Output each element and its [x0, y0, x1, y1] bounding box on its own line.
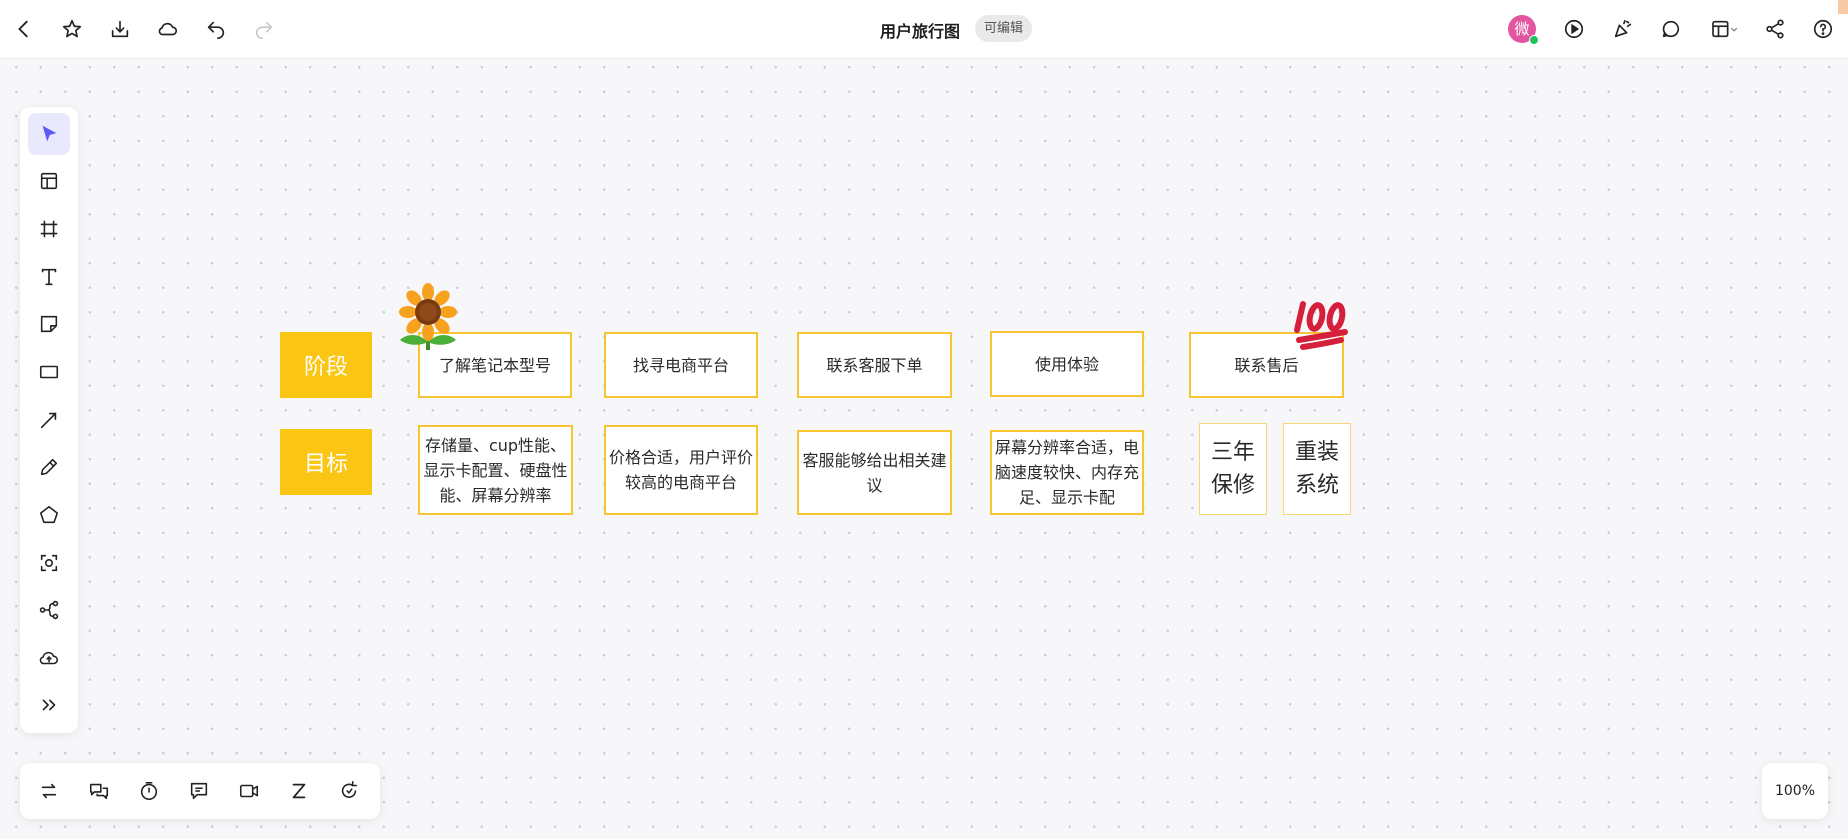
stage-card[interactable]: 使用体验 — [990, 331, 1144, 397]
bottom-toolbar — [20, 763, 380, 819]
polygon-icon[interactable] — [28, 494, 70, 536]
more-icon[interactable] — [28, 684, 70, 726]
stage-card[interactable]: 联系客服下单 — [797, 332, 952, 398]
top-bar: 用户旅行图 可编辑 微 — [0, 0, 1848, 59]
online-status-dot — [1529, 35, 1539, 45]
z-icon[interactable] — [283, 775, 315, 807]
pen-icon[interactable] — [28, 446, 70, 488]
download-icon[interactable] — [105, 14, 135, 44]
frame-icon[interactable] — [28, 208, 70, 250]
redo-icon[interactable] — [249, 14, 279, 44]
layout-icon[interactable] — [1704, 14, 1744, 44]
share-icon[interactable] — [1760, 14, 1790, 44]
chat-icon[interactable] — [83, 775, 115, 807]
help-icon[interactable] — [1808, 14, 1838, 44]
hundred-points-sticker[interactable] — [1293, 296, 1351, 350]
template-icon[interactable] — [28, 160, 70, 202]
goal-card[interactable]: 价格合适，用户评价较高的电商平台 — [604, 425, 758, 515]
undo-icon[interactable] — [201, 14, 231, 44]
edit-permission-badge[interactable]: 可编辑 — [975, 15, 1033, 42]
ai-scan-icon[interactable] — [28, 542, 70, 584]
text-icon[interactable] — [28, 256, 70, 298]
star-icon[interactable] — [57, 14, 87, 44]
refresh-icon[interactable] — [333, 775, 365, 807]
goal-card[interactable]: 客服能够给出相关建议 — [797, 430, 952, 515]
goal-card[interactable]: 存储量、cup性能、显示卡配置、硬盘性能、屏幕分辨率 — [418, 425, 573, 515]
timer-icon[interactable] — [133, 775, 165, 807]
zoom-level[interactable]: 100% — [1762, 763, 1828, 819]
video-icon[interactable] — [233, 775, 265, 807]
line-icon[interactable] — [28, 399, 70, 441]
sticky-note-icon[interactable] — [28, 303, 70, 345]
corner-indicator — [1838, 0, 1848, 14]
upload-icon[interactable] — [28, 637, 70, 679]
sunflower-sticker[interactable] — [396, 282, 460, 352]
cloud-icon[interactable] — [153, 14, 183, 44]
stage-card[interactable]: 找寻电商平台 — [604, 332, 758, 398]
rectangle-icon[interactable] — [28, 351, 70, 393]
stage-label[interactable]: 阶段 — [280, 332, 372, 398]
goal-card[interactable]: 屏幕分辨率合适，电脑速度较快、内存充足、显示卡配 — [990, 430, 1144, 515]
goal-card[interactable]: 重装系统 — [1283, 423, 1351, 515]
document-title[interactable]: 用户旅行图 — [880, 18, 960, 42]
mindmap-icon[interactable] — [28, 589, 70, 631]
celebrate-icon[interactable] — [1608, 14, 1638, 44]
comment-icon[interactable] — [1656, 14, 1686, 44]
back-icon[interactable] — [9, 14, 39, 44]
message-icon[interactable] — [183, 775, 215, 807]
goal-card[interactable]: 三年保修 — [1199, 423, 1267, 515]
swap-icon[interactable] — [33, 775, 65, 807]
left-toolbar — [20, 107, 78, 733]
goal-label[interactable]: 目标 — [280, 429, 372, 495]
select-icon[interactable] — [28, 113, 70, 155]
play-icon[interactable] — [1559, 14, 1589, 44]
